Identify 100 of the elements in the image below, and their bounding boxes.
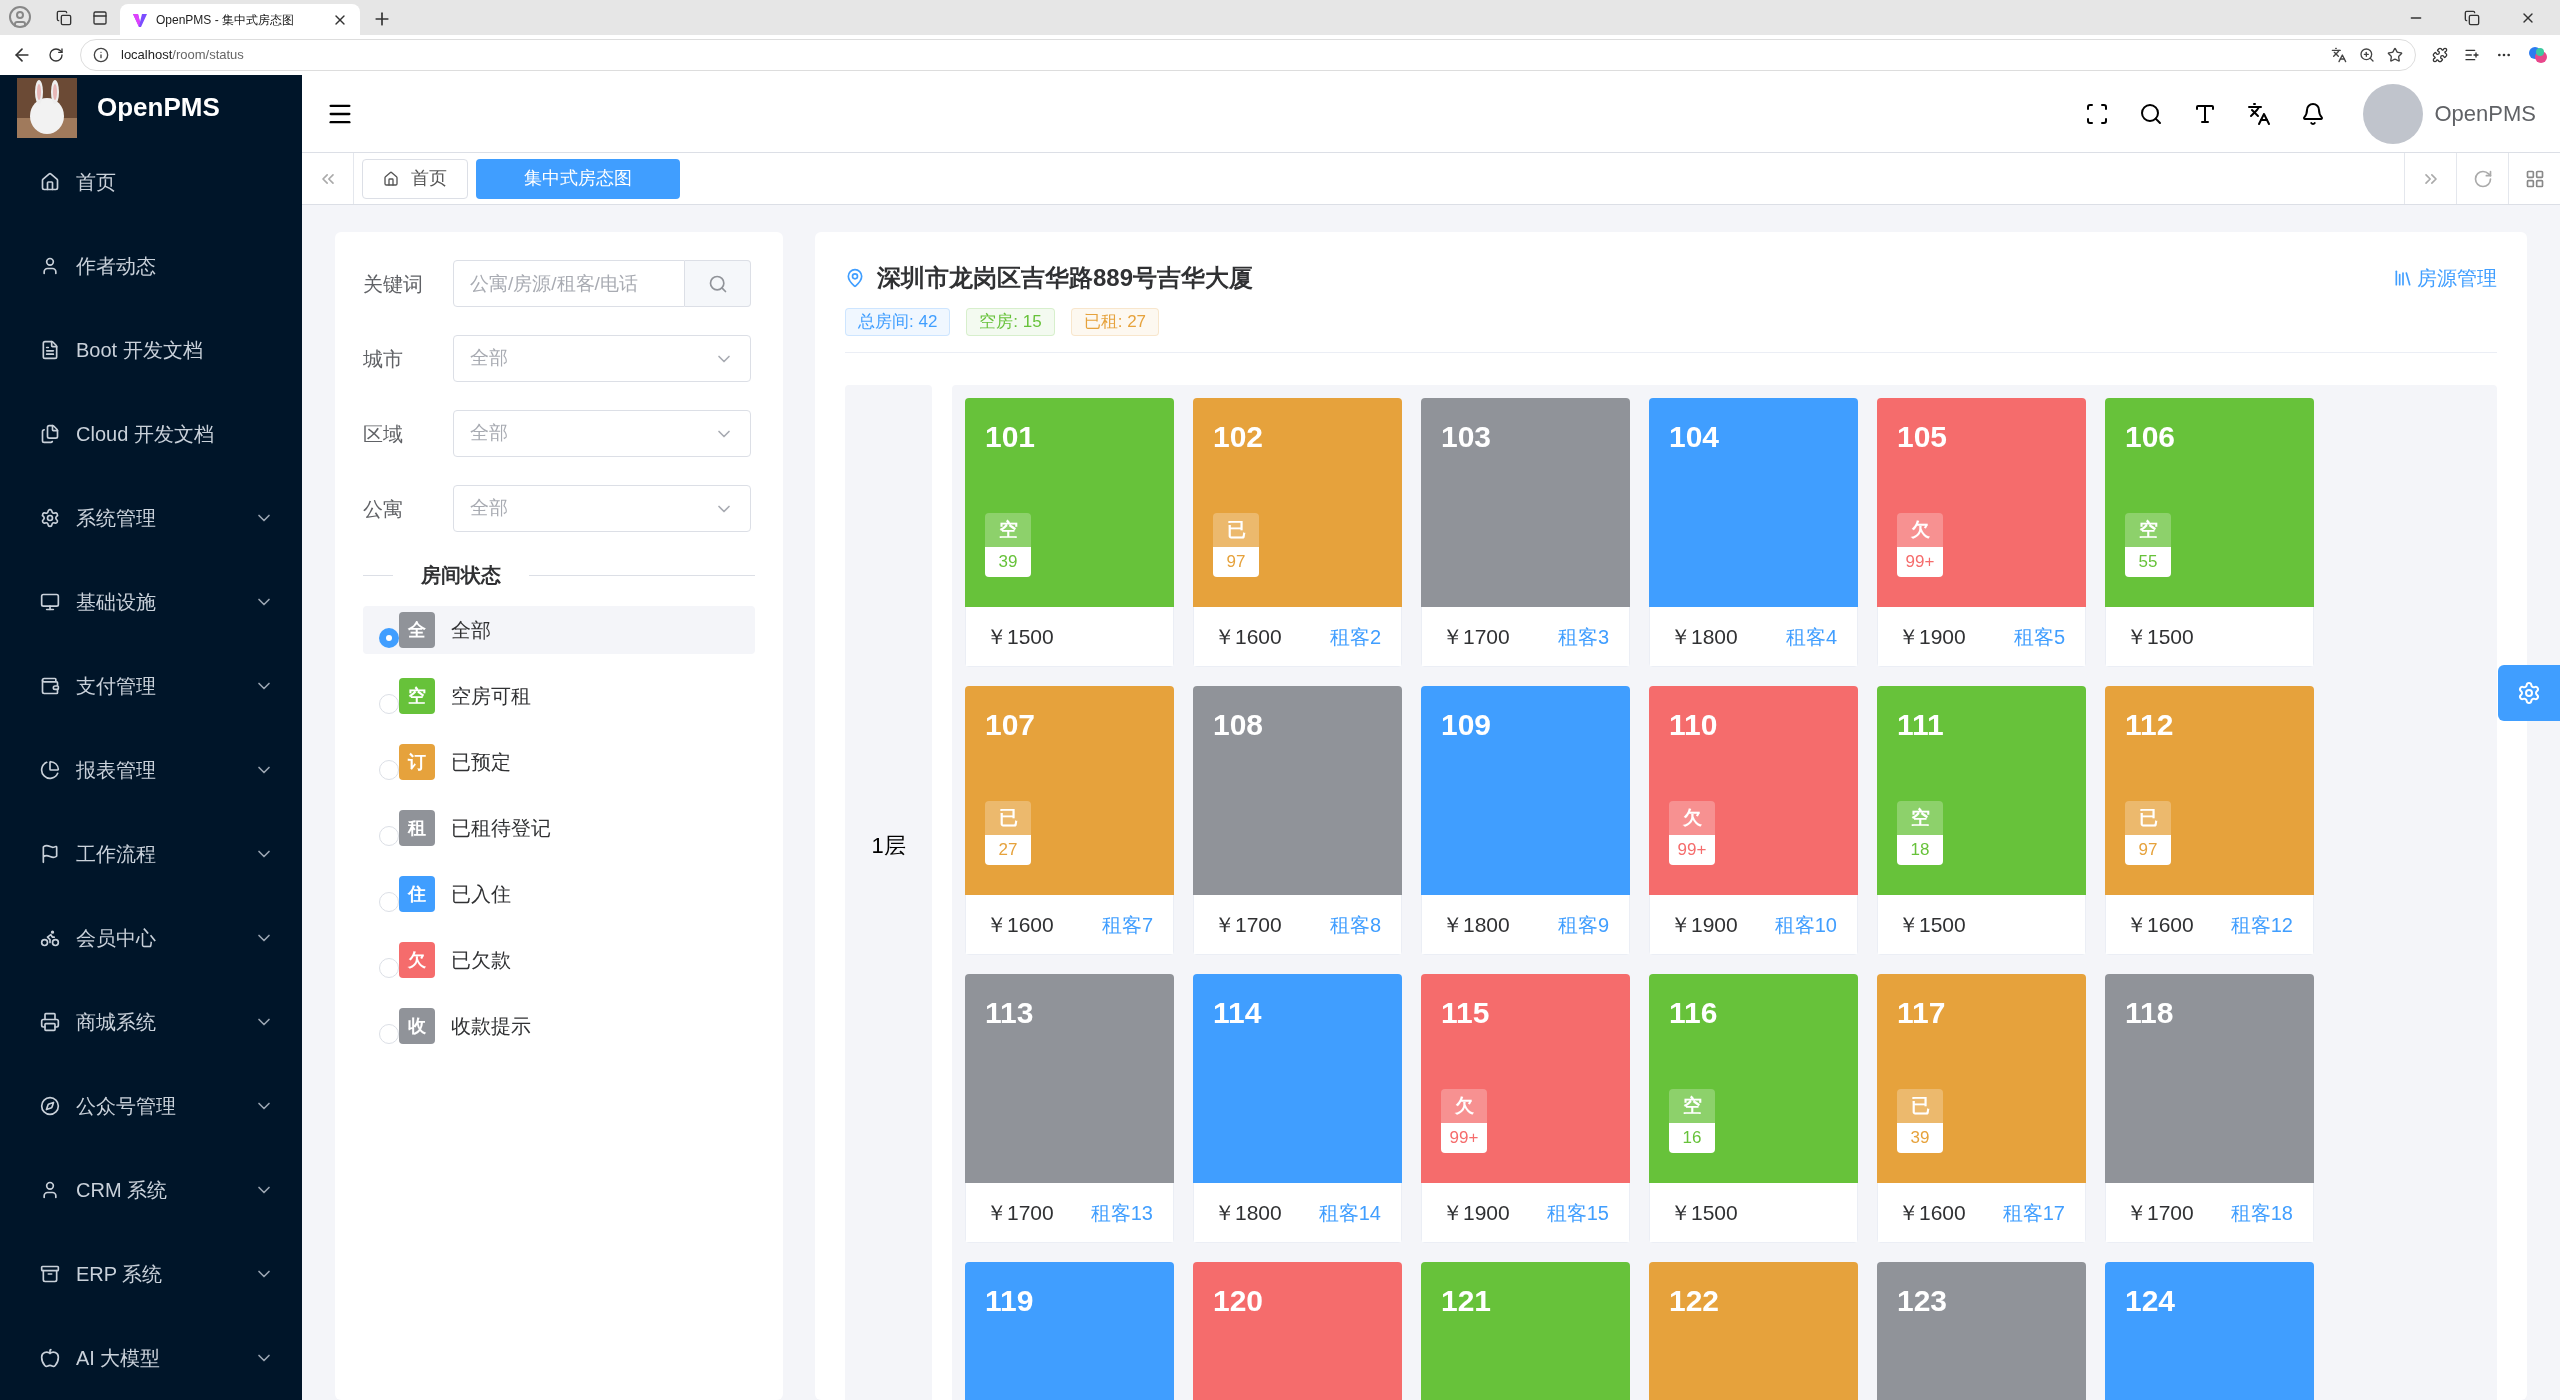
- room-card[interactable]: 104 ￥1800 租客4: [1649, 398, 1858, 667]
- room-card[interactable]: 116 空 16 ￥1500: [1649, 974, 1858, 1243]
- menu-item[interactable]: 首页: [0, 140, 302, 224]
- user-icon: [40, 256, 60, 276]
- status-option[interactable]: 订 已预定: [363, 738, 755, 786]
- room-card[interactable]: 108 ￥1700 租客8: [1193, 686, 1402, 955]
- room-card[interactable]: 106 空 55 ￥1500: [2105, 398, 2314, 667]
- favorites-icon[interactable]: [2464, 47, 2480, 63]
- room-number: 120: [1213, 1283, 1265, 1319]
- room-card[interactable]: 103 ￥1700 租客3: [1421, 398, 1630, 667]
- menu-label: AI 大模型: [76, 1346, 162, 1371]
- room-card[interactable]: 114 ￥1800 租客14: [1193, 974, 1402, 1243]
- badge-label: 欠: [1897, 513, 1943, 547]
- fullscreen-icon[interactable]: [2084, 101, 2109, 126]
- logo-icon: [132, 11, 148, 28]
- room-price: ￥1800: [1442, 911, 1510, 938]
- translate-icon[interactable]: [2246, 101, 2271, 126]
- menu-label: 商城系统: [76, 1010, 157, 1035]
- radio-button[interactable]: [379, 694, 399, 714]
- menu-item[interactable]: CRM 系统: [0, 1148, 302, 1232]
- status-label: 收款提示: [451, 1014, 531, 1039]
- room-number: 124: [2125, 1283, 2177, 1319]
- search-icon[interactable]: [2138, 101, 2163, 126]
- menu-item[interactable]: 支付管理: [0, 644, 302, 728]
- room-price: ￥1600: [986, 911, 1054, 938]
- status-option[interactable]: 租 已租待登记: [363, 804, 755, 852]
- room-card[interactable]: 111 空 18 ￥1500: [1877, 686, 2086, 955]
- badge-count: 39: [1897, 1123, 1943, 1153]
- room-card[interactable]: 112 已 97 ￥1600 租客12: [2105, 686, 2314, 955]
- assistant-icon[interactable]: [2528, 45, 2548, 65]
- room-card[interactable]: 117 已 39 ￥1600 租客17: [1877, 974, 2086, 1243]
- room-card[interactable]: 107 已 27 ￥1600 租客7: [965, 686, 1174, 955]
- radio-button[interactable]: [379, 628, 399, 648]
- zoom-icon[interactable]: [2359, 47, 2375, 63]
- room-number: 113: [985, 995, 1035, 1031]
- radio-button[interactable]: [379, 958, 399, 978]
- room-card[interactable]: 105 欠 99+ ￥1900 租客5: [1877, 398, 2086, 667]
- sidebar-icon[interactable]: [92, 10, 108, 26]
- brand-name: OpenPMS: [97, 91, 220, 124]
- room-number: 108: [1213, 707, 1265, 743]
- settings-button[interactable]: [2498, 665, 2560, 721]
- room-card[interactable]: 101 空 39 ￥1500: [965, 398, 1174, 667]
- keyword-field[interactable]: 公寓/房源/租客/电话: [453, 260, 685, 307]
- radio-button[interactable]: [379, 826, 399, 846]
- menu-label: 首页: [76, 170, 117, 195]
- menu-label: ERP 系统: [76, 1262, 164, 1287]
- room-card[interactable]: 110 欠 99+ ￥1900 租客10: [1649, 686, 1858, 955]
- menu-item[interactable]: 工作流程: [0, 812, 302, 896]
- status-option[interactable]: 欠 已欠款: [363, 936, 755, 984]
- radio-button[interactable]: [379, 1024, 399, 1044]
- room-card[interactable]: 118 ￥1700 租客18: [2105, 974, 2314, 1243]
- menu-item[interactable]: Cloud 开发文档: [0, 392, 302, 476]
- user-name[interactable]: OpenPMS: [2434, 97, 2536, 130]
- status-option[interactable]: 空 空房可租: [363, 672, 755, 720]
- menu-item[interactable]: 公众号管理: [0, 1064, 302, 1148]
- radio-button[interactable]: [379, 760, 399, 780]
- menu-item[interactable]: 会员中心: [0, 896, 302, 980]
- badge-label: 欠: [1441, 1089, 1487, 1123]
- room-price: ￥1600: [1214, 623, 1282, 650]
- room-number: 104: [1669, 419, 1721, 455]
- menu-label: 报表管理: [76, 758, 157, 783]
- menu-item[interactable]: 报表管理: [0, 728, 302, 812]
- badge-count: 16: [1669, 1123, 1715, 1153]
- status-option[interactable]: 全 全部: [363, 606, 755, 654]
- room-number: 112: [2125, 707, 2175, 743]
- home-icon: [40, 172, 60, 192]
- page-tab[interactable]: 首页: [362, 158, 468, 199]
- status-label: 已入住: [451, 882, 511, 907]
- status-option[interactable]: 收 收款提示: [363, 1002, 755, 1050]
- menu-item[interactable]: 基础设施: [0, 560, 302, 644]
- radio-button[interactable]: [379, 892, 399, 912]
- location-icon: [845, 268, 865, 288]
- menu-item[interactable]: 商城系统: [0, 980, 302, 1064]
- status-badge: 住: [399, 876, 435, 912]
- room-card[interactable]: 113 ￥1700 租客13: [965, 974, 1174, 1243]
- menu-item[interactable]: ERP 系统: [0, 1232, 302, 1316]
- status-label: 全部: [451, 618, 491, 643]
- room-number: 121: [1441, 1283, 1493, 1319]
- translate-icon[interactable]: [2331, 47, 2347, 63]
- menu-item[interactable]: 作者动态: [0, 224, 302, 308]
- field-label: 城市: [363, 346, 404, 372]
- browser-tab[interactable]: OpenPMS - 集中式房态图: [120, 4, 360, 35]
- profile-icon[interactable]: [8, 5, 32, 29]
- extensions-icon[interactable]: [2432, 47, 2448, 63]
- room-card[interactable]: 115 欠 99+ ￥1900 租客15: [1421, 974, 1630, 1243]
- status-label: 已预定: [451, 750, 511, 775]
- tabs-icon[interactable]: [56, 10, 72, 26]
- room-card[interactable]: 109 ￥1800 租客9: [1421, 686, 1630, 955]
- restore-icon[interactable]: [2464, 10, 2480, 26]
- menu-item[interactable]: Boot 开发文档: [0, 308, 302, 392]
- bell-icon[interactable]: [2300, 101, 2325, 126]
- status-badge: 订: [399, 744, 435, 780]
- reload-icon[interactable]: [48, 47, 64, 63]
- menu-item[interactable]: AI 大模型: [0, 1316, 302, 1400]
- star-icon[interactable]: [2387, 47, 2403, 63]
- menu-item[interactable]: 系统管理: [0, 476, 302, 560]
- apple-icon: [40, 1348, 60, 1368]
- room-card[interactable]: 102 已 97 ￥1600 租客2: [1193, 398, 1402, 667]
- status-option[interactable]: 住 已入住: [363, 870, 755, 918]
- room-number: 110: [1669, 707, 1719, 743]
